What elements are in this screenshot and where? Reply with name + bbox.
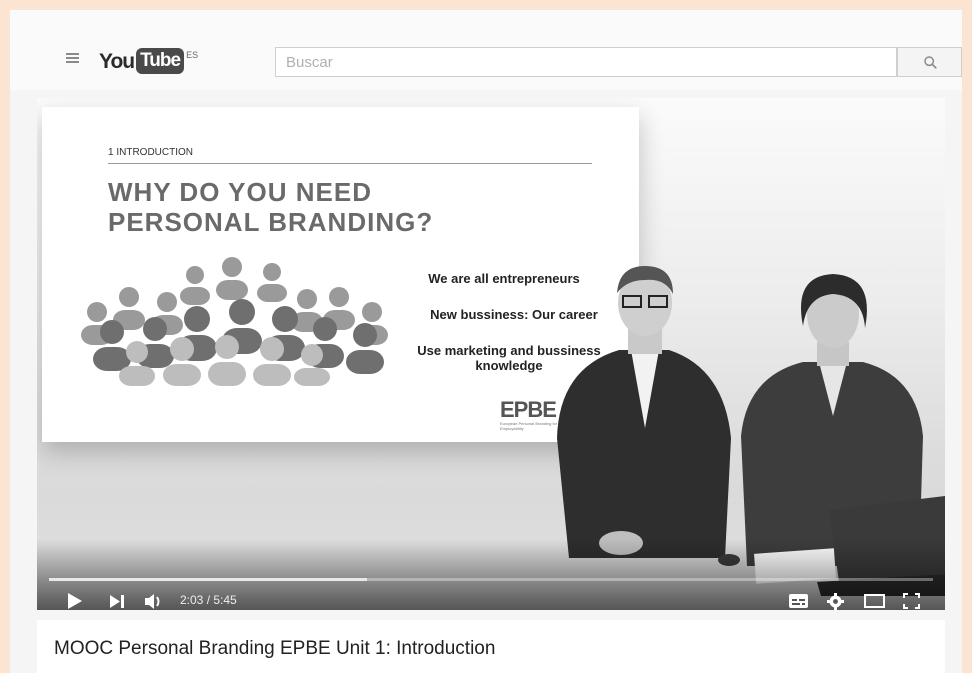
region-code: ES [186, 50, 199, 60]
next-icon[interactable] [109, 595, 125, 608]
volume-icon[interactable] [144, 593, 164, 610]
video-player[interactable]: 1 INTRODUCTION WHY DO YOU NEED PERSONAL … [37, 98, 945, 610]
fullscreen-icon[interactable] [903, 593, 920, 609]
video-info: MOOC Personal Branding EPBE Unit 1: Intr… [37, 620, 945, 673]
controls-shade [37, 538, 945, 610]
logo-tube: Tube [136, 48, 185, 74]
slide-divider [108, 163, 592, 164]
male-presenter [557, 266, 731, 558]
subtitles-icon[interactable] [789, 594, 808, 608]
search-input[interactable] [275, 47, 897, 77]
settings-icon[interactable] [827, 593, 844, 610]
youtube-logo[interactable]: You Tube ES [99, 48, 198, 76]
time-display: 2:03 / 5:45 [180, 593, 237, 607]
search-icon [924, 56, 937, 69]
progress-bar[interactable] [49, 578, 933, 581]
slide-title-line-1: WHY DO YOU NEED [108, 177, 372, 207]
theater-icon[interactable] [864, 594, 885, 608]
menu-icon[interactable] [66, 53, 79, 63]
masthead: You Tube ES [10, 10, 962, 90]
logo-you: You [99, 50, 135, 73]
slide-title: WHY DO YOU NEED PERSONAL BRANDING? [108, 177, 588, 237]
youtube-page: You Tube ES 1 INTRODUCTION WHY DO YOU NE… [10, 10, 962, 673]
progress-played [49, 578, 368, 581]
play-icon[interactable] [67, 592, 83, 610]
video-title: MOOC Personal Branding EPBE Unit 1: Intr… [54, 638, 496, 659]
slide-title-line-2: PERSONAL BRANDING? [108, 207, 434, 237]
slide-section: 1 INTRODUCTION [108, 147, 193, 158]
people-illustration [81, 257, 388, 386]
search-button[interactable] [897, 47, 962, 77]
